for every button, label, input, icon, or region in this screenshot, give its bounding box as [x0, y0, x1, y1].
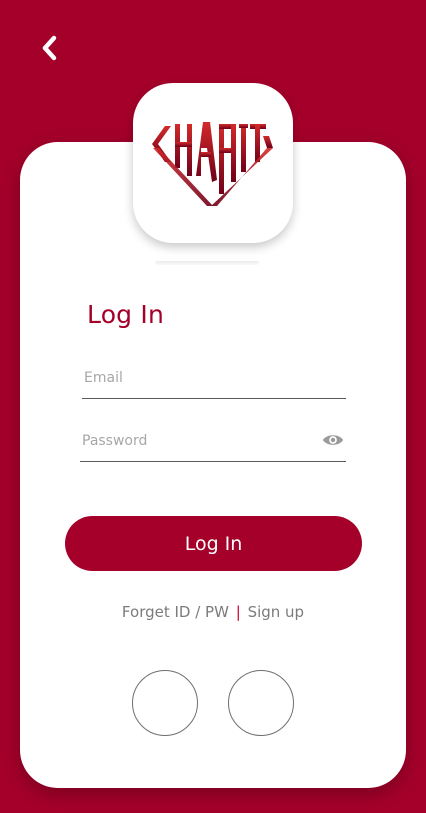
sign-up-link[interactable]: Sign up: [248, 603, 305, 621]
back-button[interactable]: [34, 30, 64, 66]
link-separator: |: [235, 603, 241, 621]
app-logo: [133, 83, 293, 243]
chevron-left-icon: [42, 35, 57, 61]
forget-id-pw-link[interactable]: Forget ID / PW: [122, 603, 229, 621]
logo-shadow: [155, 261, 259, 265]
email-input[interactable]: [82, 370, 346, 386]
password-field[interactable]: [80, 421, 346, 462]
page-title: Log In: [87, 300, 165, 329]
social-login-button-1[interactable]: [132, 670, 198, 736]
login-button[interactable]: Log In: [65, 516, 362, 571]
auth-links: Forget ID / PW | Sign up: [0, 603, 426, 621]
password-input[interactable]: [80, 433, 346, 449]
eye-icon[interactable]: [322, 431, 344, 449]
social-login-button-2[interactable]: [228, 670, 294, 736]
chabit-logo-icon: [152, 122, 273, 206]
email-field[interactable]: [82, 358, 346, 399]
